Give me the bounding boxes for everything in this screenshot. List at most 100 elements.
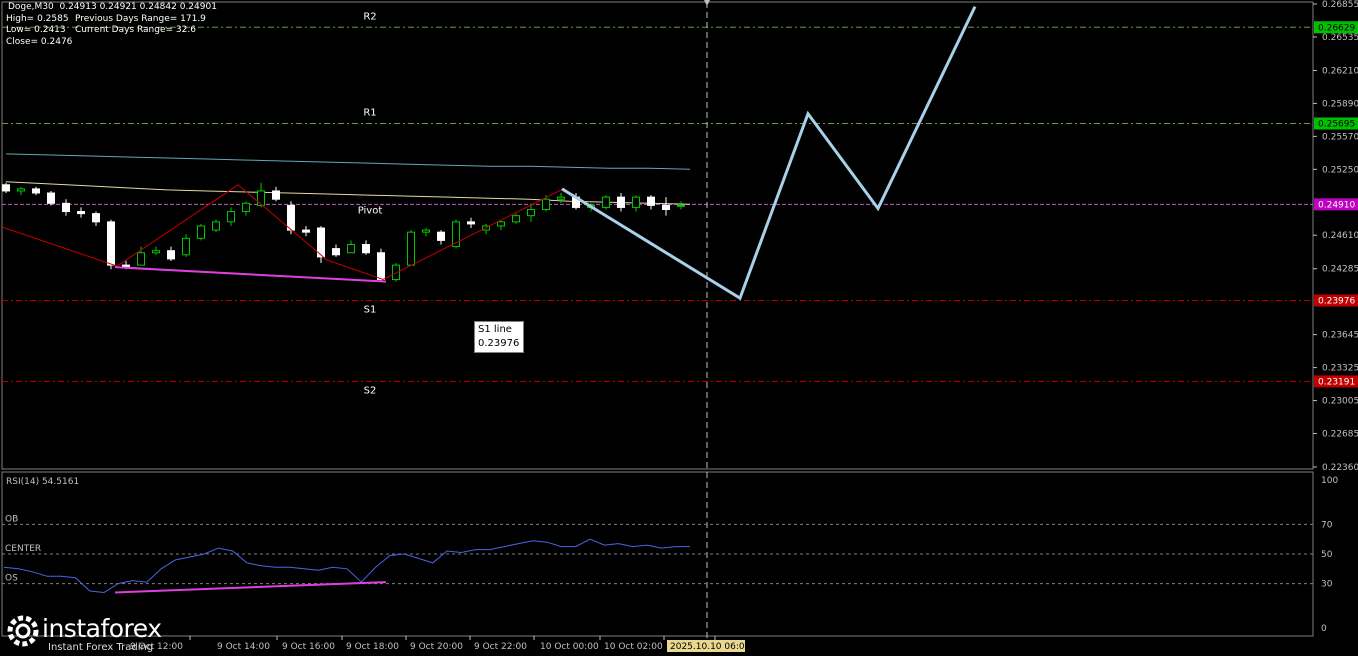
price-tick-label: 0.25570 xyxy=(1322,132,1358,142)
candle-body xyxy=(32,188,40,194)
candle-body xyxy=(647,196,655,206)
s1-tooltip: S1 line 0.23976 xyxy=(474,321,524,353)
time-tick-label: 9 Oct 16:00 xyxy=(282,642,335,652)
level-name-r2: R2 xyxy=(363,11,376,22)
candle-body xyxy=(152,250,160,254)
level-tag-label: 0.25695 xyxy=(1318,119,1355,129)
rsi-tick-label: 50 xyxy=(1321,550,1333,560)
level-name-s1: S1 xyxy=(364,305,377,316)
candle-body xyxy=(2,184,10,192)
candle-body xyxy=(347,244,355,254)
candle-body xyxy=(497,221,505,227)
candle-body xyxy=(362,244,370,254)
candle-body xyxy=(602,196,610,208)
candle-body xyxy=(227,211,235,223)
s1-tooltip-value: 0.23976 xyxy=(478,338,520,349)
price-tick-label: 0.24285 xyxy=(1322,265,1358,275)
current-range-info: Current Days Range= 32.6 xyxy=(75,25,196,35)
candle-body xyxy=(677,204,685,207)
candle-body xyxy=(77,211,85,215)
s1-tooltip-title: S1 line xyxy=(478,324,512,335)
candle-body xyxy=(182,237,190,256)
candle-body xyxy=(197,225,205,239)
candle-body xyxy=(332,248,340,256)
price-tick-label: 0.23325 xyxy=(1322,364,1358,374)
price-tick-label: 0.24610 xyxy=(1322,231,1358,241)
candle-body xyxy=(617,196,625,208)
rsi-tick-label: 0 xyxy=(1321,624,1327,634)
candle-body xyxy=(662,204,670,210)
rsi-title: RSI(14) 54.5161 xyxy=(6,477,79,487)
candle-body xyxy=(392,264,400,281)
candle-body xyxy=(542,198,550,210)
candle-body xyxy=(107,221,115,266)
price-tick-label: 0.25250 xyxy=(1322,165,1358,175)
level-tag-label: 0.23976 xyxy=(1318,297,1355,307)
rsi-tick-label: 100 xyxy=(1321,476,1338,486)
rsi-tick-label: 70 xyxy=(1321,520,1333,530)
candle-body xyxy=(632,196,640,208)
level-tag-label: 0.23191 xyxy=(1318,377,1355,387)
time-tick-label: 9 Oct 22:00 xyxy=(474,642,527,652)
logo-brand: instaforex xyxy=(42,614,162,643)
rsi-level-label: CENTER xyxy=(5,544,41,554)
time-tick-label: 10 Oct 02:00 xyxy=(604,642,663,652)
candle-body xyxy=(47,192,55,204)
cursor-marker-icon xyxy=(704,0,710,6)
level-name-s2: S2 xyxy=(364,385,377,396)
time-tick-label: 10 Oct 00:00 xyxy=(540,642,599,652)
candle-body xyxy=(467,221,475,225)
candle-body xyxy=(212,221,220,231)
instaforex-logo: instaforex Instant Forex Trading xyxy=(6,614,178,653)
price-tick-label: 0.22685 xyxy=(1322,430,1358,440)
price-tick-label: 0.22360 xyxy=(1322,463,1358,473)
low-info: Low= 0.2413 xyxy=(6,25,66,35)
price-tick-label: 0.23645 xyxy=(1322,331,1358,341)
price-divergence-line xyxy=(114,266,387,283)
rsi-level-label: OB xyxy=(5,514,18,524)
candle-body xyxy=(422,229,430,233)
candle-body xyxy=(17,188,25,192)
rsi-tick-label: 30 xyxy=(1321,580,1333,590)
candle-body xyxy=(272,190,280,200)
candle-body xyxy=(137,252,145,266)
high-info: High= 0.2585 xyxy=(6,14,69,24)
level-name-r1: R1 xyxy=(363,107,376,118)
candle-body xyxy=(437,231,445,241)
time-tick-label: 9 Oct 14:00 xyxy=(217,642,270,652)
time-cursor-label: 2025.10.10 06:00 xyxy=(670,642,751,652)
candle-body xyxy=(257,190,265,206)
price-trendline xyxy=(1,184,566,281)
slow-moving-average xyxy=(5,153,691,170)
price-tick-label: 0.26855 xyxy=(1322,0,1358,10)
candle-body xyxy=(557,196,565,200)
level-name-pivot: Pivot xyxy=(358,205,383,216)
symbol-info: Doge,M30 0.24913 0.24921 0.24842 0.24901 xyxy=(8,2,217,12)
price-tick-label: 0.25890 xyxy=(1322,99,1358,109)
candle-body xyxy=(62,202,70,213)
time-tick-label: 9 Oct 20:00 xyxy=(410,642,463,652)
level-tag-label: 0.24910 xyxy=(1318,200,1355,210)
gear-logo-icon xyxy=(7,615,39,647)
candle-body xyxy=(242,202,250,213)
candle-body xyxy=(512,215,520,223)
candle-body xyxy=(527,208,535,217)
close-info: Close= 0.2476 xyxy=(6,37,73,47)
price-tick-label: 0.26210 xyxy=(1322,66,1358,76)
fast-moving-average xyxy=(5,181,691,205)
candle-body xyxy=(302,229,310,233)
candle-body xyxy=(377,252,385,281)
rsi-level-label: OS xyxy=(5,574,18,584)
candle-body xyxy=(287,204,295,231)
price-tick-label: 0.26535 xyxy=(1322,33,1358,43)
forecast-path xyxy=(561,5,977,301)
candle-body xyxy=(92,213,100,223)
time-tick-label: 9 Oct 18:00 xyxy=(346,642,399,652)
price-tick-label: 0.23005 xyxy=(1322,397,1358,407)
level-tag-label: 0.26629 xyxy=(1318,23,1355,33)
prev-range-info: Previous Days Range= 171.9 xyxy=(75,14,206,24)
candle-body xyxy=(407,231,415,266)
chart-canvas[interactable]: 0.26855 0.26535 0.26210 0.25890 0.25570 0.252… xyxy=(0,0,1358,656)
logo-tagline: Instant Forex Trading xyxy=(48,642,154,653)
candle-body xyxy=(167,250,175,260)
